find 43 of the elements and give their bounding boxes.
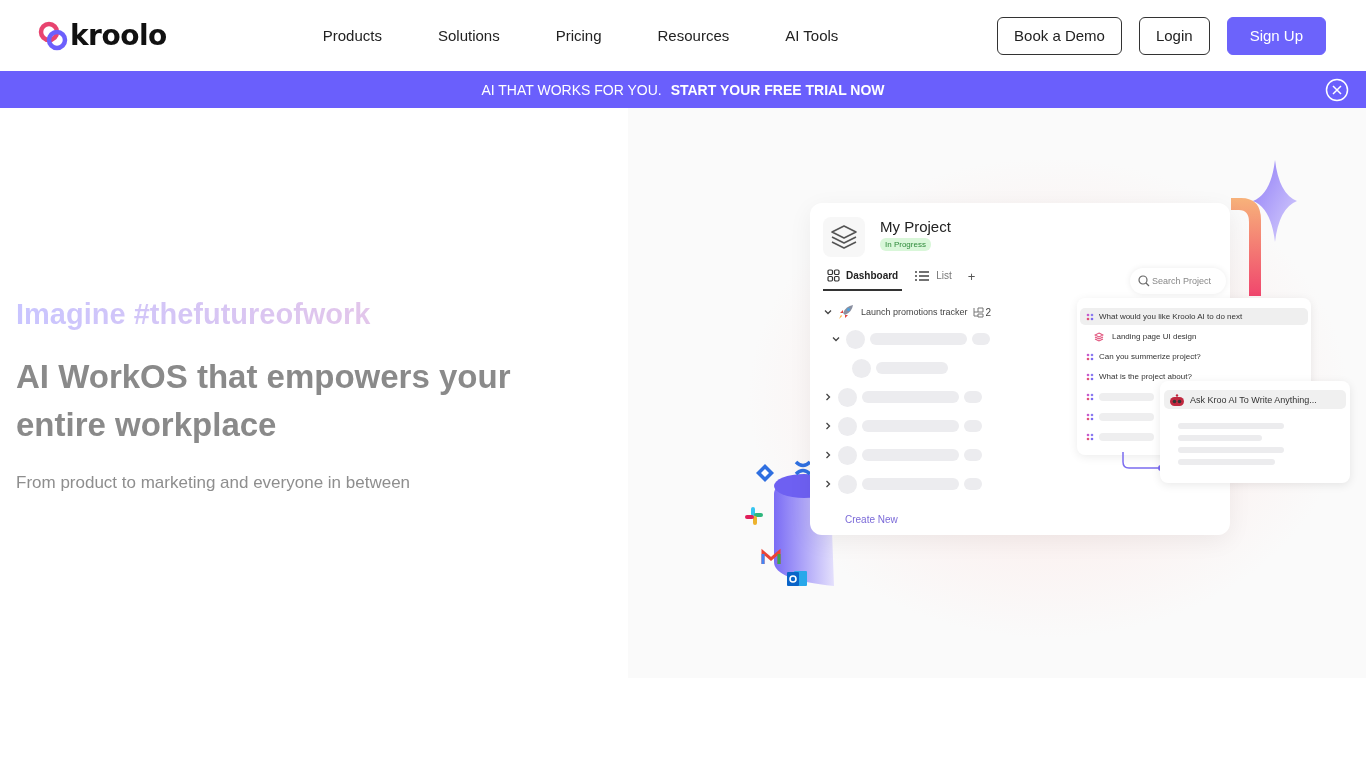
- ai-menu-item[interactable]: What is the project about?: [1080, 368, 1308, 385]
- subtask-icon: [972, 306, 984, 318]
- create-new-link[interactable]: Create New: [845, 514, 1230, 525]
- nav-link[interactable]: Products: [322, 27, 382, 44]
- nav-link[interactable]: Resources: [657, 27, 730, 44]
- rocket-icon: [838, 304, 854, 320]
- search-icon: [1138, 275, 1150, 287]
- sparkle-icon: [1086, 372, 1094, 381]
- list-icon: [914, 269, 931, 282]
- logo-text[interactable]: kroolo: [70, 19, 167, 52]
- sparkle-icon: [1086, 412, 1094, 421]
- login-button[interactable]: Login: [1138, 16, 1210, 55]
- ai-menu-item[interactable]: What would you like Kroolo AI to do next: [1080, 308, 1308, 325]
- status-badge: In Progress: [880, 238, 931, 251]
- subtask-count: 2: [985, 306, 992, 318]
- project-title: My Project: [880, 218, 951, 235]
- nav-link[interactable]: Solutions: [437, 27, 500, 44]
- trial-link[interactable]: START YOUR FREE TRIAL NOW: [670, 81, 885, 98]
- layers-icon: [830, 223, 858, 251]
- search-field[interactable]: Search Project: [1130, 268, 1226, 294]
- tab[interactable]: List: [910, 265, 956, 291]
- robot-icon: [1169, 393, 1185, 406]
- sparkle-icon: [1086, 432, 1094, 441]
- stack-icon: [1094, 331, 1104, 342]
- sparkle-icon: [1086, 392, 1094, 401]
- close-icon: [1325, 78, 1349, 102]
- ai-menu-item[interactable]: Can you summerize project?: [1080, 348, 1308, 365]
- nav-link[interactable]: Pricing: [555, 27, 602, 44]
- demo-button[interactable]: Book a Demo: [997, 16, 1122, 55]
- ai-prompt-field[interactable]: Ask Kroo AI To Write Anything...: [1164, 390, 1346, 409]
- tab[interactable]: Dashboard: [823, 265, 903, 291]
- hero-subtitle: From product to marketing and everyone in between: [16, 473, 412, 493]
- sparkle-icon: [1086, 352, 1094, 361]
- grid-icon: [827, 269, 840, 282]
- ai-menu-item[interactable]: Landing page UI design: [1080, 328, 1308, 345]
- sparkle-icon: [1086, 312, 1094, 321]
- hero-title: AI WorkOS that empowers your entire workplace: [16, 357, 512, 445]
- nav-link[interactable]: AI Tools: [785, 27, 839, 44]
- add-tab-button[interactable]: +: [963, 269, 980, 287]
- banner-text: AI THAT WORKS FOR YOU.: [481, 81, 662, 98]
- logo-icon: [38, 20, 68, 51]
- task-title: Launch promotions tracker: [861, 307, 968, 317]
- signup-button[interactable]: Sign Up: [1226, 16, 1326, 55]
